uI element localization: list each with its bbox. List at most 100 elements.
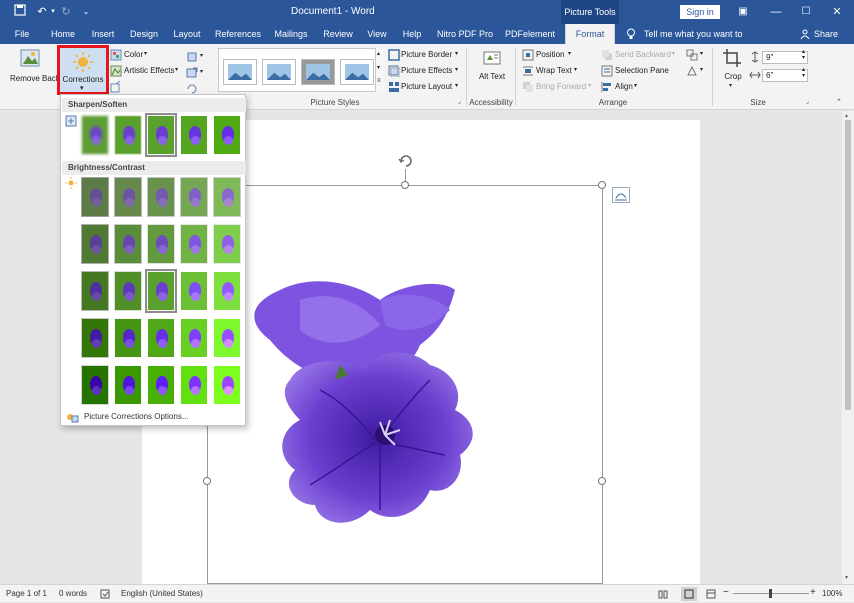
correction-preset-thumb[interactable]: [114, 224, 142, 264]
flower-picture[interactable]: [240, 270, 530, 550]
picture-effects-button[interactable]: Picture Effects: [401, 66, 452, 75]
correction-preset-thumb[interactable]: [145, 113, 177, 157]
zoom-out-button[interactable]: −: [723, 587, 729, 598]
language-status[interactable]: English (United States): [121, 589, 203, 598]
correction-preset-thumb[interactable]: [81, 318, 109, 358]
correction-preset-thumb[interactable]: [180, 365, 208, 405]
resize-handle[interactable]: [203, 477, 211, 485]
remove-background-icon[interactable]: [20, 48, 42, 70]
word-count[interactable]: 0 words: [59, 589, 87, 598]
send-backward-button[interactable]: Send Backward: [615, 50, 671, 59]
web-layout-icon[interactable]: [706, 589, 716, 601]
dialog-launcher-icon[interactable]: ⌟: [806, 98, 809, 105]
artistic-effects-icon[interactable]: [110, 65, 122, 77]
correction-preset-thumb[interactable]: [180, 224, 208, 264]
compress-pictures-icon[interactable]: [186, 51, 198, 63]
correction-preset-thumb[interactable]: [147, 365, 175, 405]
tab-help[interactable]: Help: [398, 24, 426, 44]
correction-preset-thumb[interactable]: [114, 365, 142, 405]
page-count[interactable]: Page 1 of 1: [6, 589, 47, 598]
chevron-down-icon[interactable]: ▾: [377, 64, 380, 71]
tab-review[interactable]: Review: [320, 24, 356, 44]
gallery-scroll[interactable]: ▴ ▾ ≡: [375, 48, 384, 92]
alt-text-button[interactable]: Alt Text: [476, 72, 508, 82]
collapse-ribbon-icon[interactable]: ⌃: [836, 98, 842, 106]
picture-border-button[interactable]: Picture Border: [401, 50, 452, 59]
artistic-effects-button[interactable]: Artistic Effects: [124, 66, 175, 75]
redo-icon[interactable]: ↻: [58, 4, 74, 20]
correction-preset-thumb[interactable]: [114, 271, 142, 311]
rotate-objects-icon[interactable]: [686, 65, 698, 77]
picture-style-thumb[interactable]: [223, 59, 257, 85]
tell-me-search[interactable]: Tell me what you want to do: [644, 24, 752, 59]
align-button[interactable]: Align: [615, 82, 633, 91]
remove-background-label[interactable]: Remove Background: [10, 74, 85, 84]
resize-handle[interactable]: [598, 477, 606, 485]
crop-icon[interactable]: [722, 48, 742, 68]
change-picture-icon[interactable]: [186, 67, 198, 79]
zoom-slider-thumb[interactable]: [769, 589, 772, 598]
transparency-icon[interactable]: [110, 80, 122, 93]
correction-preset-thumb[interactable]: [147, 177, 175, 217]
align-icon[interactable]: [601, 81, 613, 93]
bring-forward-icon[interactable]: [522, 81, 534, 93]
correction-preset-thumb[interactable]: [81, 271, 109, 311]
scroll-down-icon[interactable]: ▾: [845, 574, 848, 581]
correction-preset-thumb[interactable]: [180, 115, 208, 155]
wrap-text-icon[interactable]: [522, 65, 534, 77]
crop-button[interactable]: Crop: [722, 72, 744, 81]
width-spinner[interactable]: ▴ ▾: [802, 67, 805, 79]
tab-pdfelement[interactable]: PDFelement: [502, 24, 558, 44]
picture-layout-icon[interactable]: [388, 81, 400, 93]
chevron-up-icon[interactable]: ▴: [377, 50, 380, 57]
read-mode-icon[interactable]: [658, 589, 668, 601]
height-spinner[interactable]: ▴ ▾: [802, 49, 805, 61]
correction-preset-thumb[interactable]: [180, 318, 208, 358]
corrections-button[interactable]: Corrections ▾: [57, 45, 109, 95]
tab-home[interactable]: Home: [46, 24, 80, 44]
tab-view[interactable]: View: [364, 24, 390, 44]
correction-preset-thumb[interactable]: [213, 318, 241, 358]
minimize-button[interactable]: —: [759, 0, 793, 24]
correction-preset-thumb[interactable]: [81, 365, 109, 405]
tab-file[interactable]: File: [8, 24, 36, 44]
resize-handle[interactable]: [401, 181, 409, 189]
proofing-icon[interactable]: [100, 589, 110, 601]
wrap-text-button[interactable]: Wrap Text: [536, 66, 572, 75]
picture-style-thumb[interactable]: [262, 59, 296, 85]
selection-pane-icon[interactable]: [601, 65, 613, 77]
scroll-up-icon[interactable]: ▴: [845, 112, 848, 119]
correction-preset-thumb[interactable]: [145, 269, 177, 313]
maximize-button[interactable]: ☐: [789, 0, 823, 24]
zoom-in-button[interactable]: +: [810, 587, 816, 598]
color-button[interactable]: Color: [124, 50, 143, 59]
tab-nitro-pdf[interactable]: Nitro PDF Pro: [434, 24, 496, 44]
alt-text-icon[interactable]: [482, 48, 502, 68]
selection-pane-button[interactable]: Selection Pane: [615, 66, 669, 75]
zoom-level[interactable]: 100%: [822, 589, 842, 598]
correction-preset-thumb[interactable]: [180, 271, 208, 311]
close-button[interactable]: ✕: [820, 0, 854, 24]
position-button[interactable]: Position: [536, 50, 564, 59]
resize-handle[interactable]: [598, 181, 606, 189]
picture-effects-icon[interactable]: [388, 65, 401, 78]
tab-references[interactable]: References: [214, 24, 262, 44]
correction-preset-thumb[interactable]: [213, 365, 241, 405]
correction-preset-thumb[interactable]: [147, 224, 175, 264]
group-objects-icon[interactable]: [686, 49, 698, 61]
tab-design[interactable]: Design: [126, 24, 162, 44]
correction-preset-thumb[interactable]: [114, 177, 142, 217]
picture-border-icon[interactable]: [388, 49, 400, 61]
color-icon[interactable]: [110, 49, 122, 61]
correction-preset-thumb[interactable]: [81, 115, 109, 155]
picture-style-thumb[interactable]: [340, 59, 374, 85]
picture-layout-button[interactable]: Picture Layout: [401, 82, 452, 91]
scrollbar-thumb[interactable]: [845, 120, 851, 410]
position-icon[interactable]: [522, 49, 534, 61]
gallery-more-icon[interactable]: ≡: [377, 78, 381, 84]
correction-preset-thumb[interactable]: [213, 115, 241, 155]
tab-mailings[interactable]: Mailings: [270, 24, 312, 44]
tab-insert[interactable]: Insert: [86, 24, 120, 44]
correction-preset-thumb[interactable]: [81, 224, 109, 264]
correction-preset-thumb[interactable]: [213, 177, 241, 217]
